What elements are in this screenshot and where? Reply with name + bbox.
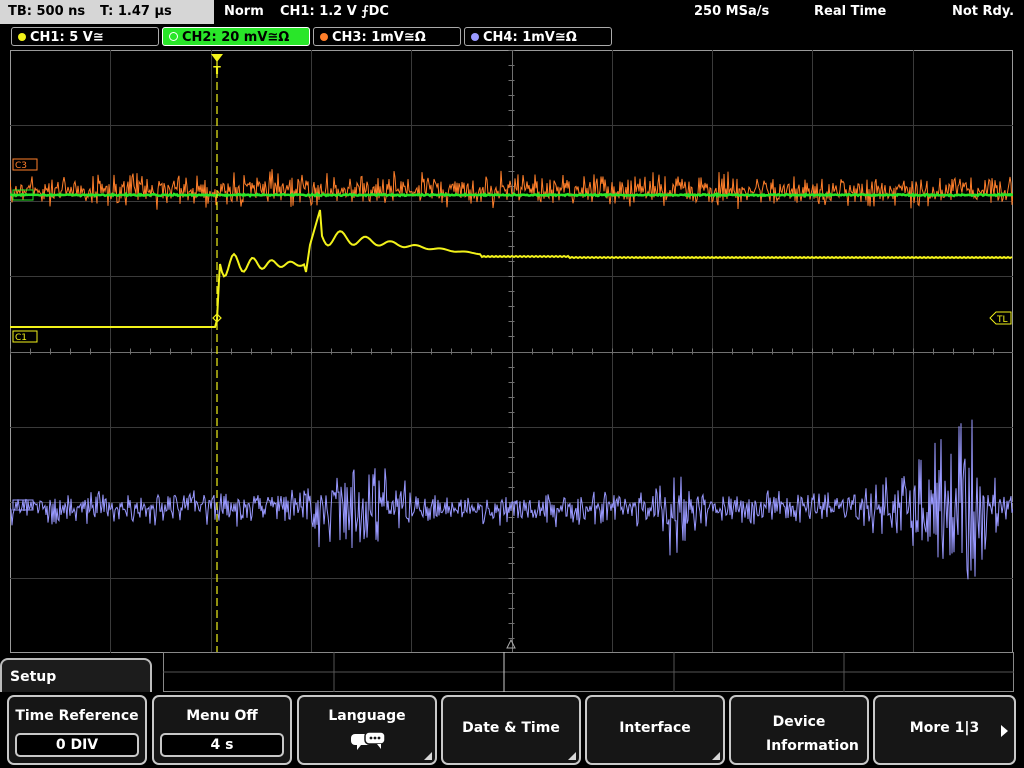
channel-label: CH4: 1mV≅Ω: [483, 30, 577, 45]
ch3-waveform: [10, 169, 1013, 210]
channel-label: CH3: 1mV≅Ω: [332, 30, 426, 45]
status-bar: TB: 500 ns T: 1.47 µs Norm CH1: 1.2 V ⨍D…: [0, 0, 1024, 24]
menu-title: Setup: [10, 669, 57, 685]
channel-label: CH2: 20 mV≅Ω: [182, 30, 290, 45]
c3-marker-label: C3: [15, 161, 27, 171]
trigger-mode[interactable]: Norm: [224, 0, 264, 24]
trigger-info[interactable]: CH1: 1.2 V ⨍DC: [280, 0, 389, 24]
device-information-button[interactable]: Device Information: [729, 695, 869, 765]
softkey-label: Language: [328, 708, 406, 724]
submenu-corner-icon: [568, 752, 576, 760]
channel-tab-ch4[interactable]: CH4: 1mV≅Ω: [464, 27, 612, 46]
ready-state: Not Rdy.: [952, 4, 1015, 19]
c1-marker-label: C1: [15, 333, 27, 343]
ch2-dot-icon: [169, 32, 178, 41]
interface-button[interactable]: Interface: [585, 695, 725, 765]
softkey-label: Menu Off: [186, 708, 258, 724]
date-time-button[interactable]: Date & Time: [441, 695, 581, 765]
c3-offset-marker[interactable]: C3: [12, 158, 38, 171]
softkey-label: Device Information: [766, 714, 859, 754]
submenu-corner-icon: [424, 752, 432, 760]
softkey-label: Time Reference: [15, 708, 139, 724]
ch2-waveform: [10, 191, 1013, 199]
sample-rate: 250 MSa/s: [694, 4, 770, 19]
acquisition-mode: Real Time: [814, 4, 887, 19]
time-reference-button[interactable]: Time Reference 0 DIV: [7, 695, 147, 765]
softkey-bar: Time Reference 0 DIV Menu Off 4 s Langua…: [0, 692, 1024, 768]
ch4-waveform: [10, 419, 1013, 580]
horizontal-position-icon: [506, 638, 516, 649]
waveform-display[interactable]: T C3 C1 TL: [10, 50, 1013, 653]
ch3-dot-icon: [320, 33, 328, 41]
trigger-marker-label: T: [213, 64, 221, 77]
softkey-label: Date & Time: [462, 720, 560, 736]
overview-strip: [163, 652, 1014, 692]
timebase-readout: TB: 500 ns: [8, 4, 86, 19]
channel-label: CH1: 5 V≅: [30, 30, 104, 45]
more-button[interactable]: More 1|3: [873, 695, 1016, 765]
softkey-label: More 1|3: [909, 720, 980, 736]
ch1-dot-icon: [18, 33, 26, 41]
timebase-box[interactable]: TB: 500 ns T: 1.47 µs: [0, 0, 214, 24]
trigger-time-readout: T: 1.47 µs: [100, 4, 172, 19]
channel-tab-ch2[interactable]: CH2: 20 mV≅Ω: [162, 27, 310, 46]
time-reference-value: 0 DIV: [15, 733, 139, 757]
graticule: [10, 50, 1013, 653]
next-page-arrow-icon: [1001, 725, 1008, 737]
channel-tab-ch1[interactable]: CH1: 5 V≅: [11, 27, 159, 46]
submenu-corner-icon: [712, 752, 720, 760]
c1-offset-marker[interactable]: C1: [12, 330, 38, 343]
ch4-dot-icon: [471, 33, 479, 41]
softkey-label: Interface: [619, 720, 691, 736]
speech-bubble-icon: [351, 731, 386, 750]
menu-off-value: 4 s: [160, 733, 284, 757]
channel-tab-ch3[interactable]: CH3: 1mV≅Ω: [313, 27, 461, 46]
language-button[interactable]: Language: [297, 695, 437, 765]
menu-off-button[interactable]: Menu Off 4 s: [152, 695, 292, 765]
trigger-level-label: TL: [996, 315, 1008, 325]
channel-tabs: CH1: 5 V≅ CH2: 20 mV≅Ω CH3: 1mV≅Ω CH4: 1…: [0, 24, 1024, 50]
trigger-level-marker[interactable]: TL: [989, 311, 1012, 325]
ch1-waveform: [10, 209, 1013, 328]
trigger-marker-icon[interactable]: T: [211, 54, 223, 77]
